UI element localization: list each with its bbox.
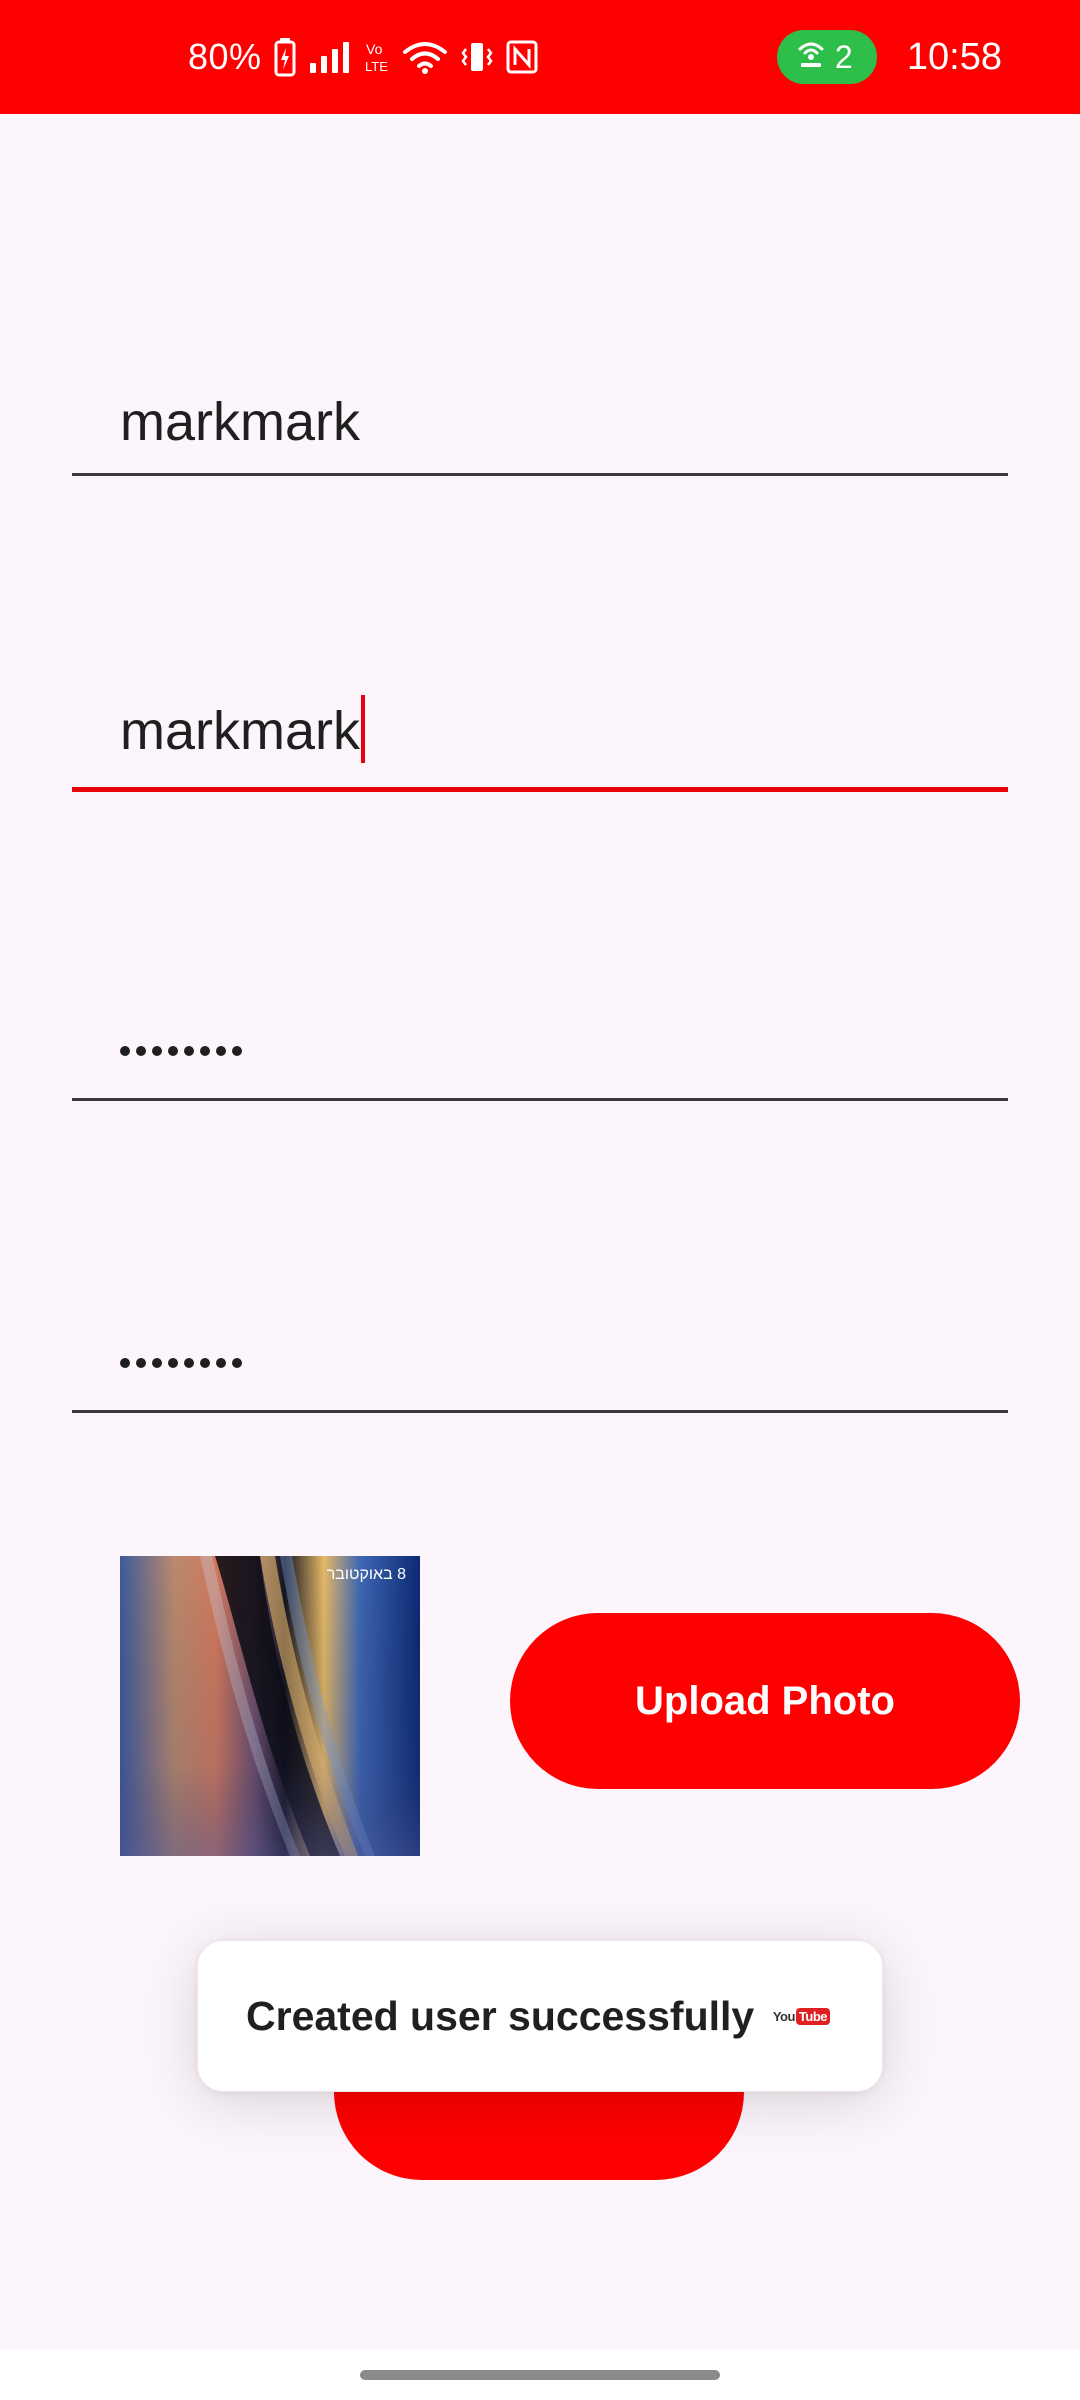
status-bar: 80% Vo LTE 2 10:58 (0, 0, 1080, 114)
mask-dot (152, 1358, 162, 1368)
password-field[interactable] (72, 1008, 1008, 1101)
battery-percent: 80% (188, 36, 262, 77)
password-mask (120, 1046, 242, 1056)
mask-dot (152, 1046, 162, 1056)
youtube-logo-tube: Tube (795, 2007, 830, 2025)
mask-dot (184, 1046, 194, 1056)
hotspot-indicator[interactable]: 2 (776, 30, 877, 84)
username-value: markmark (120, 392, 360, 452)
profile-photo-preview: 8 באוקטובר (120, 1556, 420, 1856)
mask-dot (216, 1046, 226, 1056)
email-input-wrapper: markmark (120, 695, 365, 763)
mask-dot (216, 1358, 226, 1368)
mask-dot (232, 1046, 242, 1056)
svg-text:Vo: Vo (366, 41, 383, 57)
mask-dot (136, 1046, 146, 1056)
nfc-icon (506, 40, 538, 74)
mask-dot (168, 1358, 178, 1368)
mask-dot (200, 1358, 210, 1368)
success-toast: Created user successfully You Tube (197, 1940, 883, 2092)
youtube-logo-icon: You Tube (772, 2007, 830, 2025)
wallpaper-image (120, 1556, 420, 1856)
volte-icon: Vo LTE (364, 40, 390, 74)
wifi-icon (402, 40, 448, 74)
photo-date-overlay: 8 באוקטובר (326, 1566, 406, 1583)
battery-charging-icon (274, 37, 296, 77)
toast-message: Created user successfully (246, 1992, 755, 2039)
youtube-logo-you: You (772, 2008, 796, 2024)
confirm-password-field[interactable] (72, 1320, 1008, 1413)
home-gesture-handle[interactable] (360, 2370, 720, 2380)
mask-dot (184, 1358, 194, 1368)
hotspot-count: 2 (834, 38, 853, 75)
svg-text:LTE: LTE (365, 59, 388, 74)
mask-dot (168, 1046, 178, 1056)
mask-dot (120, 1358, 130, 1368)
clock: 10:58 (906, 35, 1002, 78)
status-bar-right: 2 10:58 (776, 0, 1002, 114)
mask-dot (232, 1358, 242, 1368)
email-field[interactable]: markmark (72, 695, 1008, 792)
username-field[interactable]: markmark (72, 383, 1008, 476)
vibrate-icon (460, 40, 494, 74)
confirm-password-mask (120, 1358, 242, 1368)
youtube-logo: You Tube (772, 2007, 830, 2025)
email-value: markmark (120, 701, 360, 761)
status-bar-left: 80% Vo LTE (188, 0, 538, 114)
mask-dot (200, 1046, 210, 1056)
navigation-bar (0, 2350, 1080, 2400)
mask-dot (120, 1046, 130, 1056)
mask-dot (136, 1358, 146, 1368)
upload-photo-button[interactable]: Upload Photo (510, 1613, 1020, 1789)
signal-bars-icon (308, 41, 352, 73)
text-cursor (361, 695, 365, 763)
hotspot-icon (795, 37, 827, 77)
